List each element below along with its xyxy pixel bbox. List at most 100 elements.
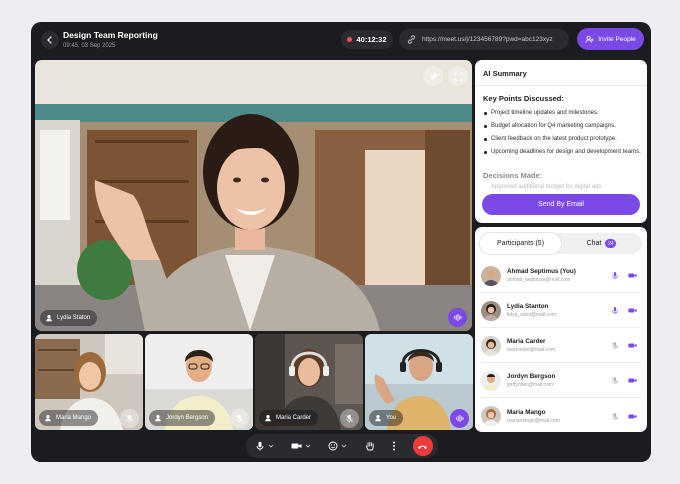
participant-name: Ahmad Septimus (You) bbox=[507, 268, 576, 275]
meeting-url: https://meet.us/j/123456789?pwd=abc123xy… bbox=[422, 36, 553, 43]
camera-control[interactable] bbox=[291, 441, 311, 451]
timer-text: 40:12:32 bbox=[356, 35, 387, 44]
participant-row[interactable]: Maria Mango mariamango@mail.com bbox=[481, 399, 641, 432]
participant-row[interactable]: Ahmad Septimus (You) ahmad_septimus@mail… bbox=[481, 259, 641, 293]
decisions-preview: Approved additional budget for digital a… bbox=[491, 184, 602, 190]
main-video-feed bbox=[35, 60, 472, 331]
invite-label: Invite People bbox=[598, 35, 636, 43]
participant-name: Jordyn Bergson bbox=[507, 373, 556, 380]
divider bbox=[475, 85, 647, 86]
video-camera-icon[interactable] bbox=[628, 376, 637, 385]
pin-icon bbox=[429, 71, 438, 80]
meeting-title: Design Team Reporting bbox=[63, 30, 158, 40]
raise-hand-button[interactable] bbox=[365, 441, 375, 451]
participant-email: marcarder@mail.com bbox=[507, 347, 555, 353]
mic-muted-indicator[interactable] bbox=[230, 409, 249, 428]
more-options-button[interactable] bbox=[392, 441, 396, 451]
participant-name: Maria Mango bbox=[507, 408, 546, 416]
participant-row[interactable]: Lydia Stanton lidya_stant@mail.com bbox=[481, 294, 641, 328]
chevron-left-icon bbox=[47, 36, 52, 44]
main-video-name: Lydia Staton bbox=[57, 315, 91, 321]
user-icon bbox=[155, 415, 161, 422]
chevron-down-icon bbox=[342, 444, 347, 448]
participant-email: ahmad_septimus@mail.com bbox=[507, 277, 571, 283]
main-video-audio-indicator[interactable] bbox=[448, 308, 467, 327]
audio-active-indicator[interactable] bbox=[450, 409, 469, 428]
mic-off-icon bbox=[346, 414, 353, 423]
avatar bbox=[481, 406, 501, 426]
mic-off-icon[interactable] bbox=[611, 376, 619, 385]
microphone-icon bbox=[256, 441, 264, 451]
thumb-name-chip: Maria Mango bbox=[39, 410, 99, 426]
more-vertical-icon bbox=[392, 441, 395, 451]
mic-off-icon[interactable] bbox=[611, 341, 619, 350]
avatar bbox=[481, 300, 501, 321]
phone-hangup-icon bbox=[418, 445, 428, 449]
user-icon bbox=[265, 415, 271, 422]
video-thumb-jordyn-bergson[interactable]: Jordyn Bergson bbox=[145, 334, 253, 430]
list-item: Budget allocation for Q4 marketing campa… bbox=[483, 122, 641, 131]
user-add-icon bbox=[585, 35, 594, 43]
mic-off-icon bbox=[236, 414, 243, 423]
decisions-heading: Decisions Made: bbox=[483, 171, 543, 180]
participants-panel: Participants (5) Chat 24 Ahmad Septimus … bbox=[475, 227, 647, 432]
mic-muted-indicator[interactable] bbox=[340, 409, 359, 428]
pin-button[interactable] bbox=[423, 66, 443, 86]
microphone-control[interactable] bbox=[255, 441, 274, 451]
mic-off-icon[interactable] bbox=[611, 412, 619, 421]
video-camera-icon[interactable] bbox=[628, 412, 637, 421]
main-video-name-chip: Lydia Staton bbox=[40, 310, 98, 326]
key-points-list: Project timeline updates and milestones.… bbox=[483, 109, 641, 161]
key-points-heading: Key Points Discussed: bbox=[483, 94, 564, 103]
end-call-button[interactable] bbox=[412, 436, 433, 456]
hand-icon bbox=[365, 441, 374, 451]
participant-row[interactable]: Jordyn Bergson jordynber@mail.com bbox=[481, 364, 641, 398]
chevron-down-icon bbox=[268, 444, 274, 448]
fullscreen-button[interactable] bbox=[448, 66, 468, 86]
audio-wave-icon bbox=[453, 313, 462, 322]
tab-chat-label: Chat bbox=[586, 240, 602, 247]
ai-summary-panel: AI Summary Key Points Discussed: Project… bbox=[475, 60, 647, 223]
invite-people-button[interactable]: Invite People bbox=[577, 28, 644, 50]
meeting-datetime: 09:45, 03 Sep 2025 bbox=[63, 43, 116, 49]
recording-dot-icon bbox=[347, 37, 353, 42]
ai-summary-title: AI Summary bbox=[483, 69, 527, 78]
avatar bbox=[481, 335, 501, 356]
microphone-icon[interactable] bbox=[611, 306, 619, 315]
video-camera-icon bbox=[291, 443, 302, 449]
video-thumb-you[interactable]: You bbox=[365, 334, 473, 430]
participants-tabs: Participants (5) Chat 24 bbox=[480, 233, 642, 254]
participant-name: Lydia Stanton bbox=[507, 303, 549, 310]
participant-email: lidya_stant@mail.com bbox=[507, 312, 556, 318]
mic-off-icon bbox=[126, 414, 133, 423]
recording-timer: 40:12:32 bbox=[341, 30, 393, 49]
tab-chat[interactable]: Chat 24 bbox=[561, 233, 642, 254]
mic-muted-indicator[interactable] bbox=[120, 409, 139, 428]
tab-participants-label: Participants (5) bbox=[496, 240, 545, 247]
list-item: Project timeline updates and milestones. bbox=[483, 109, 641, 118]
reactions-control[interactable] bbox=[328, 441, 347, 451]
back-button[interactable] bbox=[41, 31, 59, 49]
list-item: Client feedback on the latest product pr… bbox=[483, 135, 641, 144]
chat-count-badge: 24 bbox=[605, 239, 617, 248]
video-camera-icon[interactable] bbox=[628, 271, 637, 280]
thumb-name: You bbox=[386, 415, 397, 421]
tab-participants[interactable]: Participants (5) bbox=[480, 233, 561, 254]
microphone-icon[interactable] bbox=[611, 271, 619, 280]
participant-email: jordynber@mail.com bbox=[507, 382, 553, 388]
user-icon bbox=[45, 415, 51, 422]
meeting-url-field[interactable]: https://meet.us/j/123456789?pwd=abc123xy… bbox=[399, 29, 569, 50]
user-icon bbox=[375, 415, 381, 422]
thumb-name-chip: Maria Carder bbox=[259, 410, 319, 426]
video-camera-icon[interactable] bbox=[628, 306, 637, 315]
avatar bbox=[481, 265, 501, 286]
main-video-tile[interactable]: Lydia Staton bbox=[35, 60, 472, 331]
emoji-icon bbox=[328, 441, 338, 451]
video-camera-icon[interactable] bbox=[628, 341, 637, 350]
send-by-email-button[interactable]: Send By Email bbox=[482, 194, 640, 215]
participant-row[interactable]: Maria Carder marcarder@mail.com bbox=[481, 329, 641, 363]
meeting-window: Design Team Reporting 09:45, 03 Sep 2025… bbox=[31, 22, 651, 462]
thumb-name-chip: You bbox=[369, 410, 404, 426]
video-thumb-maria-mango[interactable]: Maria Mango bbox=[35, 334, 143, 430]
video-thumb-maria-carder[interactable]: Maria Carder bbox=[255, 334, 363, 430]
